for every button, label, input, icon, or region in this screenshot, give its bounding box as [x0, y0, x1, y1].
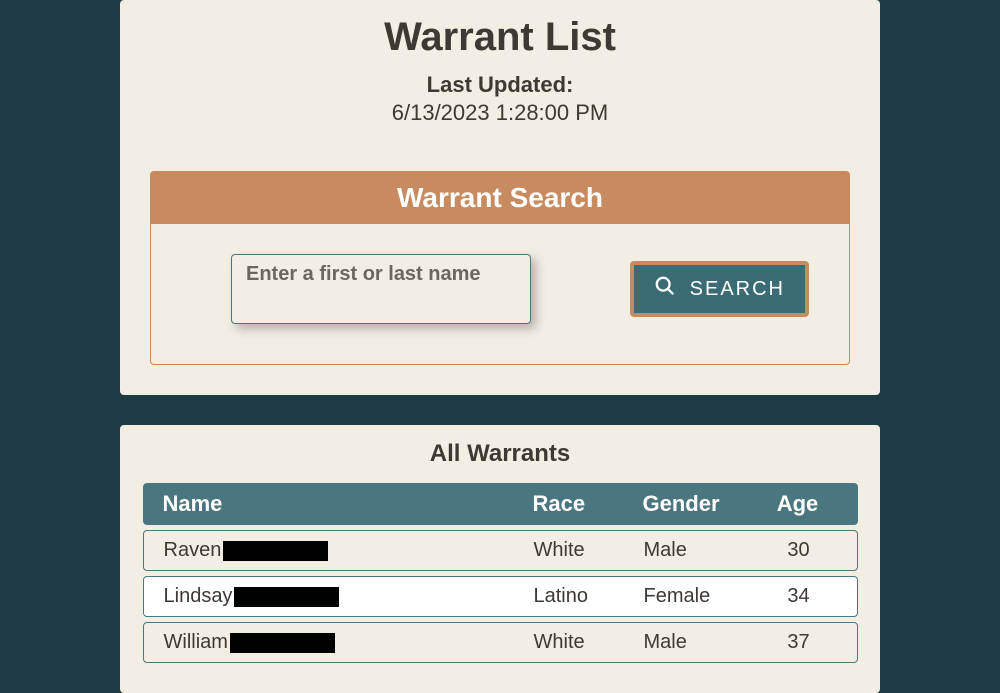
cell-age: 37: [764, 631, 834, 654]
first-name: William: [164, 631, 228, 654]
search-body: SEARCH: [151, 224, 849, 364]
cell-race: White: [534, 631, 644, 654]
table-header-row: Name Race Gender Age: [143, 483, 858, 525]
first-name: Raven: [164, 539, 222, 562]
search-header: Warrant Search: [151, 172, 849, 224]
search-icon: [654, 275, 690, 303]
redacted-last-name: [234, 587, 339, 607]
col-header-race: Race: [533, 491, 643, 517]
top-panel: Warrant List Last Updated: 6/13/2023 1:2…: [120, 0, 880, 395]
cell-age: 30: [764, 539, 834, 562]
cell-name: Lindsay: [164, 585, 534, 608]
table-row[interactable]: William White Male 37: [143, 622, 858, 663]
cell-gender: Female: [644, 585, 764, 608]
cell-gender: Male: [644, 539, 764, 562]
redacted-last-name: [230, 633, 335, 653]
first-name: Lindsay: [164, 585, 233, 608]
search-input[interactable]: [231, 254, 531, 324]
redacted-last-name: [223, 541, 328, 561]
col-header-age: Age: [763, 491, 833, 517]
results-table: Name Race Gender Age Raven White Male 30…: [143, 483, 858, 663]
results-panel: All Warrants Name Race Gender Age Raven …: [120, 425, 880, 693]
results-title: All Warrants: [120, 440, 880, 468]
cell-gender: Male: [644, 631, 764, 654]
table-row[interactable]: Raven White Male 30: [143, 530, 858, 571]
cell-name: Raven: [164, 539, 534, 562]
page-title: Warrant List: [120, 15, 880, 60]
search-button[interactable]: SEARCH: [630, 261, 809, 317]
last-updated-value: 6/13/2023 1:28:00 PM: [120, 100, 880, 126]
col-header-gender: Gender: [643, 491, 763, 517]
cell-name: William: [164, 631, 534, 654]
cell-age: 34: [764, 585, 834, 608]
cell-race: White: [534, 539, 644, 562]
table-row[interactable]: Lindsay Latino Female 34: [143, 576, 858, 617]
cell-race: Latino: [534, 585, 644, 608]
col-header-name: Name: [163, 491, 533, 517]
last-updated-label: Last Updated:: [120, 72, 880, 98]
search-box: Warrant Search SEARCH: [150, 171, 850, 365]
search-button-label: SEARCH: [690, 278, 785, 301]
